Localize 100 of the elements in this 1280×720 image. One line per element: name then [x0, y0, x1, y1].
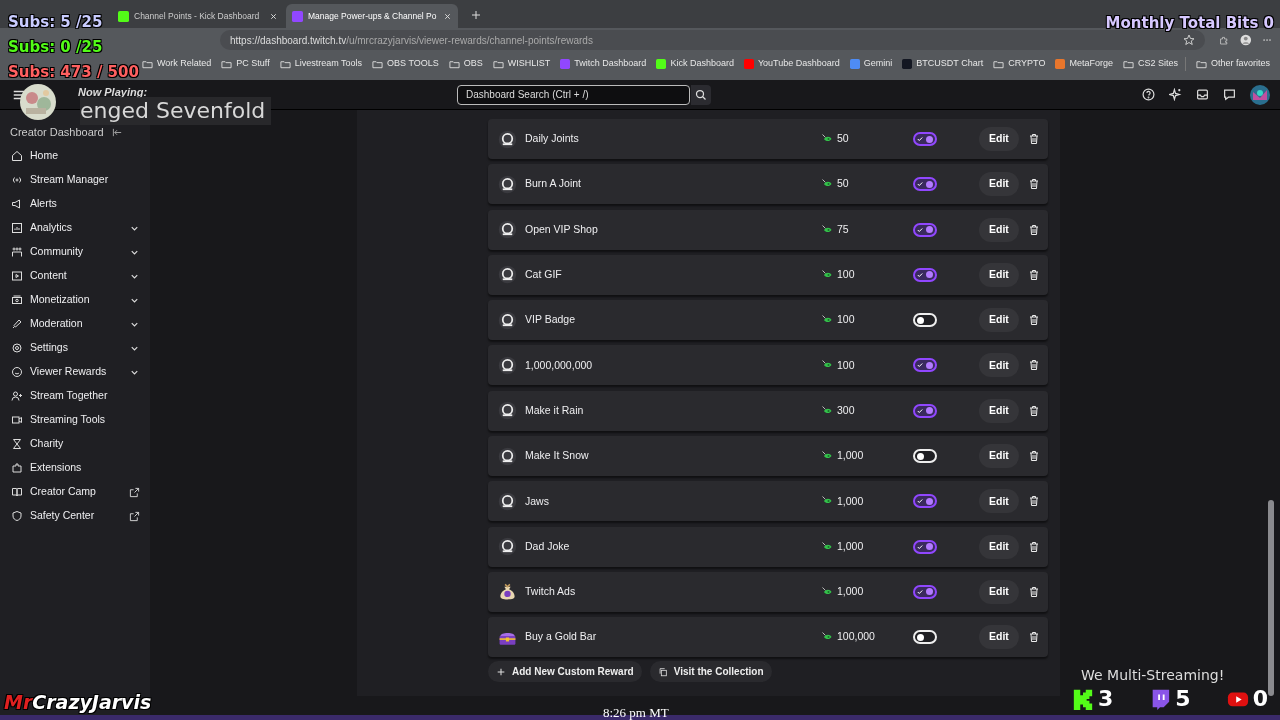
scrollbar[interactable] — [1268, 500, 1274, 696]
reward-cost: 50 — [837, 131, 849, 147]
trash-icon[interactable] — [1027, 585, 1040, 598]
sidebar-item[interactable]: Community — [0, 240, 150, 264]
sidebar-item[interactable]: Stream Manager — [0, 168, 150, 192]
search-field[interactable]: Dashboard Search (Ctrl + /) — [457, 84, 690, 105]
sidebar-item[interactable]: Stream Together — [0, 384, 150, 408]
browser-tab[interactable]: Channel Points - Kick Dashboard — [112, 4, 284, 28]
sidebar-item[interactable]: Settings — [0, 336, 150, 360]
toggle-switch[interactable] — [913, 539, 937, 554]
trash-icon[interactable] — [1027, 631, 1040, 644]
sidebar-item[interactable]: Creator Camp — [0, 480, 150, 504]
edit-button[interactable]: Edit — [979, 579, 1019, 604]
sidebar-title: Creator Dashboard — [10, 124, 104, 140]
viewer-count: 3 — [1098, 688, 1114, 710]
reward-title: Twitch Ads — [525, 584, 577, 600]
bookmark-item[interactable]: PC Stuff — [221, 57, 270, 71]
collapse-icon[interactable] — [111, 127, 123, 138]
toggle-switch[interactable] — [913, 267, 937, 282]
bookmark-item[interactable]: OBS TOOLS — [372, 57, 439, 71]
browser-tab[interactable]: Manage Power-ups & Channel Po — [286, 4, 458, 28]
footer-button[interactable]: Visit the Collection — [649, 661, 772, 683]
copy-icon — [657, 666, 668, 677]
toggle-switch[interactable] — [913, 584, 937, 599]
favorite-star-icon[interactable] — [1183, 34, 1195, 46]
bookmark-item[interactable]: YouTube Dashboard — [743, 57, 840, 71]
edit-button[interactable]: Edit — [979, 172, 1019, 197]
edit-button[interactable]: Edit — [979, 217, 1019, 242]
user-avatar[interactable] — [1250, 84, 1270, 105]
search-button[interactable] — [691, 84, 711, 105]
check-icon — [917, 498, 923, 505]
inbox-icon[interactable] — [1196, 88, 1209, 101]
reward-title: Open VIP Shop — [525, 221, 599, 237]
help-icon[interactable] — [1142, 88, 1155, 101]
edit-button[interactable]: Edit — [979, 444, 1019, 469]
bookmark-item[interactable]: Work Related — [142, 57, 212, 71]
sparkle-icon[interactable] — [1169, 88, 1182, 101]
trash-icon[interactable] — [1027, 495, 1040, 508]
trash-icon[interactable] — [1027, 314, 1040, 327]
edit-button[interactable]: Edit — [979, 489, 1019, 514]
trash-icon[interactable] — [1027, 223, 1040, 236]
sidebar-item[interactable]: Streaming Tools — [0, 408, 150, 432]
toggle-switch[interactable] — [913, 494, 937, 509]
bookmark-item[interactable]: CRYPTO — [993, 57, 1046, 71]
trash-icon[interactable] — [1027, 540, 1040, 553]
profile-avatar-icon[interactable] — [1240, 32, 1252, 48]
sidebar-item[interactable]: Safety Center — [0, 504, 150, 528]
bookmark-item[interactable]: Gemini — [849, 57, 893, 71]
edit-button[interactable]: Edit — [979, 625, 1019, 650]
reward-icon — [498, 174, 517, 194]
edit-button[interactable]: Edit — [979, 353, 1019, 378]
trash-icon[interactable] — [1027, 359, 1040, 372]
chat-icon[interactable] — [1223, 88, 1236, 101]
sidebar-item[interactable]: Viewer Rewards — [0, 360, 150, 384]
toggle-switch[interactable] — [913, 403, 937, 418]
trash-icon[interactable] — [1027, 178, 1040, 191]
folder-icon — [448, 58, 460, 70]
bookmark-item[interactable]: Twitch Dashboard — [560, 57, 647, 71]
sidebar-item[interactable]: Monetization — [0, 288, 150, 312]
sidebar-item[interactable]: Charity — [0, 432, 150, 456]
reward-title: VIP Badge — [525, 312, 576, 328]
bookmark-item[interactable]: MetaForge — [1055, 57, 1113, 71]
trash-icon[interactable] — [1027, 268, 1040, 281]
toggle-switch[interactable] — [913, 222, 937, 237]
reward-title: Make It Snow — [525, 448, 590, 464]
trash-icon[interactable] — [1027, 450, 1040, 463]
bookmark-item[interactable]: Kick Dashboard — [656, 57, 734, 71]
edit-button[interactable]: Edit — [979, 127, 1019, 151]
multistream-label: We Multi-Streaming! — [1081, 666, 1225, 685]
bookmark-item[interactable]: BTCUSDT Chart — [902, 57, 984, 71]
bookmark-item[interactable]: Livestream Tools — [279, 57, 363, 71]
sidebar-item[interactable]: Analytics — [0, 216, 150, 240]
bookmark-item[interactable]: CS2 Sites — [1122, 57, 1178, 71]
toggle-switch[interactable] — [913, 132, 937, 146]
edit-button[interactable]: Edit — [979, 534, 1019, 559]
folder-icon — [372, 58, 384, 70]
close-icon[interactable] — [443, 11, 452, 21]
edit-button[interactable]: Edit — [979, 398, 1019, 423]
edit-button[interactable]: Edit — [979, 262, 1019, 287]
bookmark-item[interactable]: WISHLIST — [492, 57, 551, 71]
close-icon[interactable] — [269, 11, 278, 21]
trash-icon[interactable] — [1027, 133, 1040, 145]
external-link-icon — [129, 510, 140, 522]
sidebar-item[interactable]: Content — [0, 264, 150, 288]
new-tab-icon[interactable] — [470, 9, 482, 21]
edit-button[interactable]: Edit — [979, 308, 1019, 333]
toggle-switch[interactable] — [913, 177, 937, 192]
footer-button[interactable]: Add New Custom Reward — [488, 661, 642, 683]
clock-text: 8:26 pm MT — [603, 704, 669, 720]
sidebar-item[interactable]: Moderation — [0, 312, 150, 336]
address-field[interactable]: https://dashboard.twitch.tv/u/mrcrazyjarvis/viewer-rewards/channel-points/rewards — [220, 30, 1205, 50]
bookmark-item[interactable]: Other favorites — [1184, 57, 1270, 71]
toggle-switch[interactable] — [913, 358, 937, 373]
bookmark-item[interactable]: OBS — [448, 57, 483, 71]
reward-title: Dad Joke — [525, 538, 571, 554]
sidebar-item[interactable]: Alerts — [0, 192, 150, 216]
camera-icon — [11, 414, 23, 426]
trash-icon[interactable] — [1027, 404, 1040, 417]
sidebar-item[interactable]: Home — [0, 144, 150, 168]
sidebar-item[interactable]: Extensions — [0, 456, 150, 480]
